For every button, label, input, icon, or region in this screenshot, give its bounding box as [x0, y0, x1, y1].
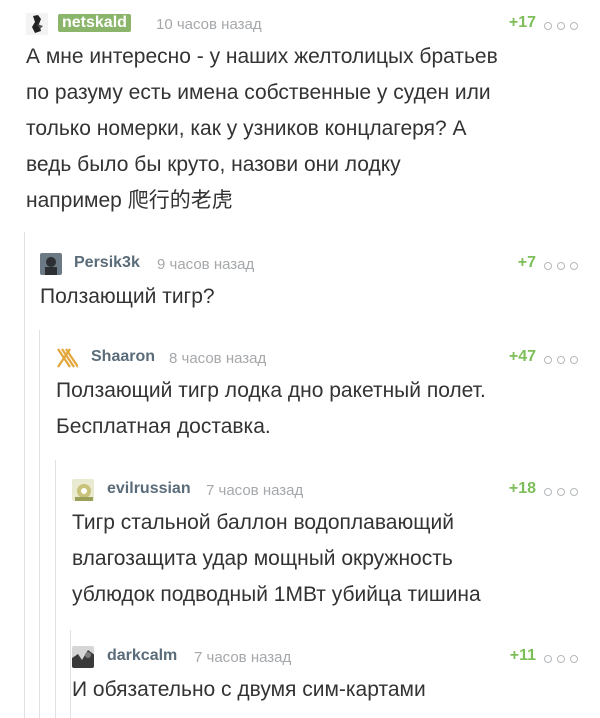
comment: netskald 10 часов назад +17 А мне интере…: [26, 13, 578, 219]
comment-time[interactable]: 7 часов назад: [206, 482, 303, 499]
thread-branch-line[interactable]: [39, 330, 40, 718]
comment-text: Тигр стальной баллон водоплавающий влаго…: [72, 511, 481, 606]
striped-avatar-icon[interactable]: [56, 347, 78, 369]
comment: Persik3k 9 часов назад +7 Ползающий тигр…: [40, 253, 578, 315]
comment-author[interactable]: Shaaron: [91, 348, 155, 366]
thread-branch-line[interactable]: [24, 232, 25, 718]
comment-text: И обязательно с двумя сим-картами: [72, 678, 426, 701]
comment-header: evilrussian 7 часов назад +18: [72, 479, 578, 503]
thread-branch-line[interactable]: [70, 630, 71, 718]
user-avatar-icon[interactable]: [40, 253, 62, 275]
user-avatar-icon[interactable]: [26, 13, 48, 35]
more-options-icon[interactable]: [544, 655, 578, 663]
comment-text: Ползающий тигр?: [40, 285, 215, 308]
comment-header: netskald 10 часов назад +17: [26, 13, 578, 37]
comment: evilrussian 7 часов назад +18 Тигр сталь…: [72, 479, 578, 613]
comment-header: Shaaron 8 часов назад +47: [56, 347, 578, 371]
comment-text: А мне интересно - у наших желтолицых бра…: [26, 45, 498, 212]
comment-author[interactable]: Persik3k: [74, 254, 140, 272]
comment-author[interactable]: evilrussian: [107, 480, 191, 498]
comment-time[interactable]: 9 часов назад: [157, 256, 254, 273]
comment: darkcalm 7 часов назад +11 И обязательно…: [72, 646, 578, 708]
comment-time[interactable]: 7 часов назад: [194, 649, 291, 666]
thread-branch-line[interactable]: [55, 460, 56, 718]
more-options-icon[interactable]: [544, 262, 578, 270]
more-options-icon[interactable]: [544, 488, 578, 496]
more-options-icon[interactable]: [544, 22, 578, 30]
comment-rating: +7: [517, 254, 536, 271]
comment-rating: +17: [508, 14, 536, 31]
comment-header: darkcalm 7 часов назад +11: [72, 646, 578, 670]
comment-text: Ползающий тигр лодка дно ракетный полет.…: [56, 379, 486, 438]
comment: Shaaron 8 часов назад +47 Ползающий тигр…: [56, 347, 578, 445]
comment-time[interactable]: 10 часов назад: [156, 16, 262, 33]
comment-rating: +11: [509, 647, 536, 664]
comment-rating: +47: [508, 348, 536, 365]
comment-rating: +18: [508, 480, 536, 497]
comment-time[interactable]: 8 часов назад: [169, 350, 266, 367]
comment-header: Persik3k 9 часов назад +7: [40, 253, 578, 277]
comment-author[interactable]: netskald: [58, 14, 131, 32]
more-options-icon[interactable]: [544, 356, 578, 364]
comment-author[interactable]: darkcalm: [107, 647, 177, 665]
user-avatar-icon[interactable]: [72, 646, 94, 668]
user-avatar-icon[interactable]: [72, 479, 94, 501]
